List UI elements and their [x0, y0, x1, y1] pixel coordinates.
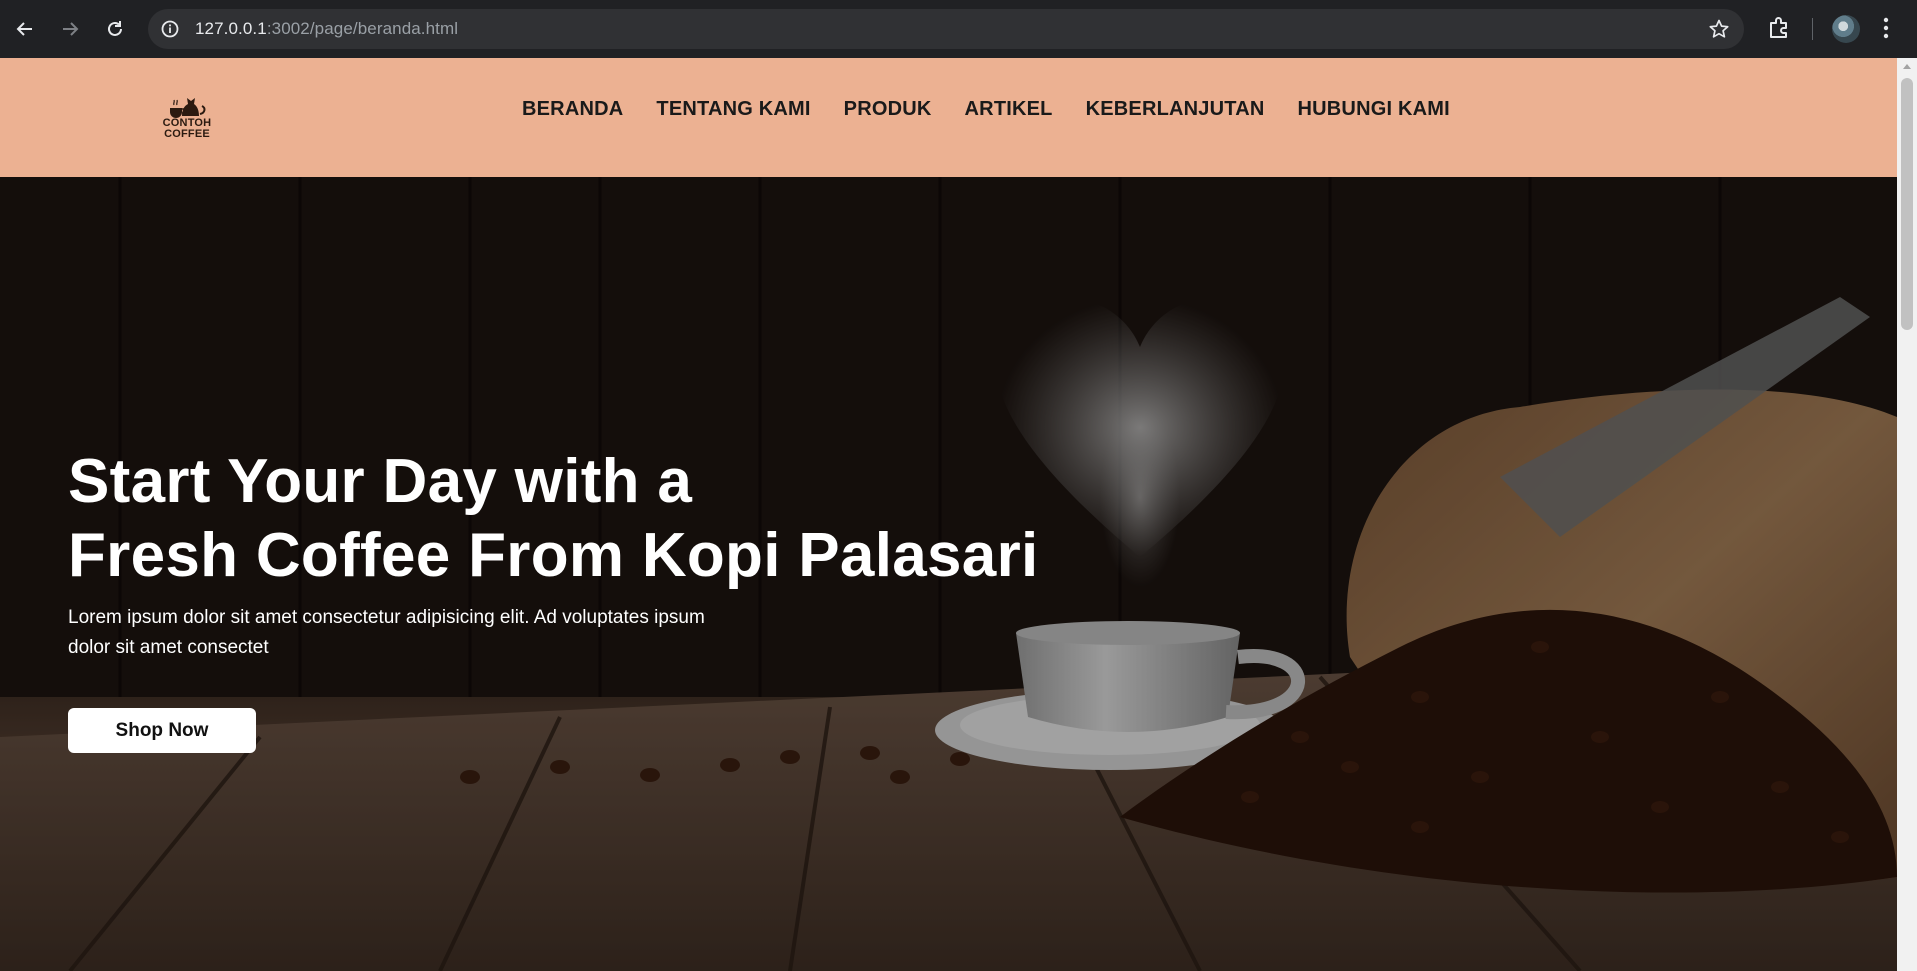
- url-path: :3002/page/beranda.html: [266, 19, 459, 38]
- nav-artikel[interactable]: ARTIKEL: [965, 98, 1053, 121]
- page-scrollbar[interactable]: [1897, 58, 1917, 971]
- shop-now-button[interactable]: Shop Now: [68, 708, 256, 753]
- nav-keberlanjutan[interactable]: KEBERLANJUTAN: [1086, 98, 1265, 121]
- back-arrow-icon[interactable]: [9, 13, 41, 45]
- reload-icon[interactable]: [99, 13, 131, 45]
- scrollbar-thumb[interactable]: [1901, 78, 1913, 330]
- address-bar[interactable]: 127.0.0.1:3002/page/beranda.html: [148, 9, 1744, 49]
- hero-title-line1: Start Your Day with a: [68, 447, 693, 516]
- extensions-icon[interactable]: [1766, 15, 1792, 46]
- hero-section: Start Your Day with a Fresh Coffee From …: [0, 177, 1897, 971]
- forward-arrow-icon[interactable]: [54, 13, 86, 45]
- page-viewport: CONTOH COFFEE BERANDA TENTANG KAMI PRODU…: [0, 58, 1897, 971]
- hero-title-line2: Fresh Coffee From Kopi Palasari: [68, 521, 1039, 590]
- main-navigation: BERANDA TENTANG KAMI PRODUK ARTIKEL KEBE…: [522, 98, 1483, 121]
- nav-beranda[interactable]: BERANDA: [522, 98, 623, 121]
- hero-title: Start Your Day with a Fresh Coffee From …: [68, 445, 1039, 593]
- cat-coffee-logo-icon: [170, 98, 206, 118]
- kebab-menu-icon[interactable]: [1882, 15, 1890, 46]
- url-host: 127.0.0.1: [195, 19, 267, 38]
- hero-description: Lorem ipsum dolor sit amet consectetur a…: [68, 607, 705, 658]
- url-text[interactable]: 127.0.0.1:3002/page/beranda.html: [195, 19, 458, 39]
- nav-produk[interactable]: PRODUK: [844, 98, 932, 121]
- browser-toolbar: 127.0.0.1:3002/page/beranda.html: [0, 0, 1917, 58]
- logo-text-line2: COFFEE: [164, 128, 210, 140]
- site-logo[interactable]: CONTOH COFFEE: [158, 92, 216, 150]
- nav-tentang-kami[interactable]: TENTANG KAMI: [656, 98, 810, 121]
- scroll-up-arrow-icon[interactable]: [1903, 64, 1911, 69]
- nav-hubungi-kami[interactable]: HUBUNGI KAMI: [1298, 98, 1450, 121]
- site-header: CONTOH COFFEE BERANDA TENTANG KAMI PRODU…: [0, 58, 1897, 177]
- bookmark-star-icon[interactable]: [1708, 18, 1730, 45]
- toolbar-divider: [1812, 18, 1813, 40]
- profile-avatar-icon[interactable]: [1832, 15, 1860, 43]
- site-info-icon[interactable]: [160, 19, 180, 44]
